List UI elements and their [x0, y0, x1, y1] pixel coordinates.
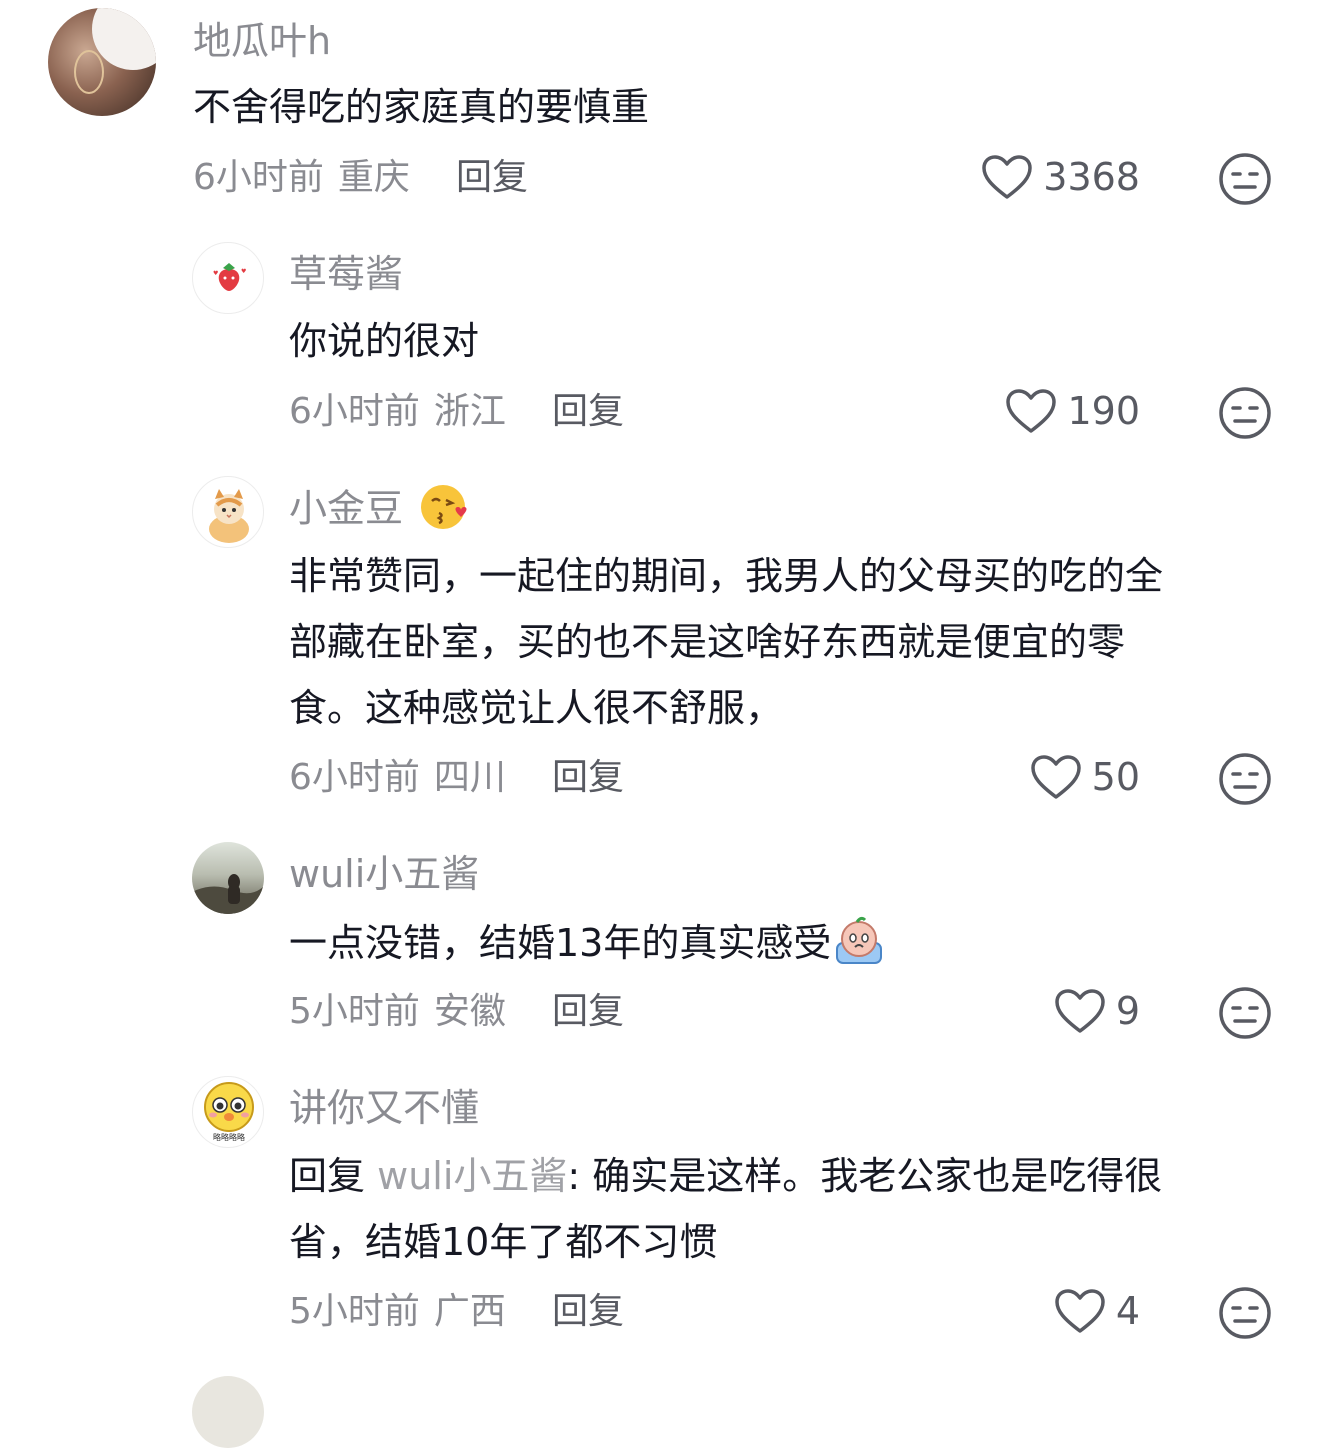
like-button[interactable]: 9	[1054, 988, 1140, 1034]
comment-location: 安徽	[433, 991, 506, 1032]
heart-outline-icon	[982, 155, 1033, 199]
like-button[interactable]: 4	[1054, 1288, 1140, 1334]
comment-meta: 6小时前 四川	[289, 760, 506, 796]
landscape-avatar-image	[192, 874, 264, 914]
comment-location: 重庆	[337, 157, 410, 198]
comment-meta: 5小时前 广西	[289, 1294, 506, 1330]
comment-time: 6小时前	[289, 391, 420, 432]
meh-face-icon[interactable]	[1218, 386, 1272, 440]
like-count: 9	[1115, 989, 1140, 1033]
heart-outline-icon	[1030, 755, 1081, 799]
meh-face-icon[interactable]	[1218, 986, 1272, 1040]
comment-meta: 5小时前 安徽	[289, 994, 506, 1030]
avatar[interactable]: 略略略略	[192, 1076, 264, 1148]
comment-text-body: : 确实是这样。我老公家也是吃得很	[567, 1154, 1163, 1198]
reply-button[interactable]: 回复	[552, 760, 624, 796]
crying-emoji-icon	[836, 916, 883, 964]
comment-text-line: 食。这种感觉让人很不舒服，	[289, 686, 784, 730]
avatar[interactable]	[192, 842, 264, 914]
comment-time: 5小时前	[289, 991, 420, 1032]
svg-text:♥: ♥	[213, 270, 218, 277]
like-button[interactable]: 190	[1005, 388, 1140, 434]
comment-text-line: 非常赞同，一起住的期间，我男人的父母买的吃的全	[289, 554, 1164, 598]
comment-location: 广西	[433, 1291, 506, 1332]
reply-prefix: 回复	[289, 1154, 366, 1198]
comment-username[interactable]: wuli小五酱	[289, 855, 479, 893]
comment-location: 浙江	[433, 391, 506, 432]
reply-button[interactable]: 回复	[552, 994, 624, 1030]
like-count: 4	[1115, 1289, 1140, 1333]
avatar-caption: 略略略略	[213, 1133, 245, 1142]
like-count: 3368	[1043, 155, 1140, 199]
meh-face-icon[interactable]	[1218, 752, 1272, 806]
reply-button[interactable]: 回复	[552, 1294, 624, 1330]
meh-face-icon[interactable]	[1218, 152, 1272, 206]
comment-username[interactable]: 地瓜叶h	[193, 22, 331, 60]
comment-location: 四川	[433, 757, 506, 798]
like-button[interactable]: 3368	[981, 154, 1140, 200]
comment-username[interactable]: 小金豆	[289, 485, 471, 533]
meh-face-icon[interactable]	[1218, 1286, 1272, 1340]
avatar[interactable]	[192, 476, 264, 548]
comment-text: 不舍得吃的家庭真的要慎重	[193, 85, 650, 129]
like-count: 190	[1067, 389, 1140, 433]
avatar[interactable]	[48, 8, 156, 116]
svg-text:♥: ♥	[241, 268, 246, 275]
like-button[interactable]: 50	[1030, 754, 1140, 800]
comment-text-body: 一点没错，结婚13年的真实感受	[289, 921, 832, 965]
comment-text: 一点没错，结婚13年的真实感受	[289, 910, 887, 976]
reply-button[interactable]: 回复	[456, 160, 528, 196]
comment-meta: 6小时前 重庆	[193, 160, 410, 196]
comment-time: 6小时前	[289, 757, 420, 798]
heart-outline-icon	[1006, 389, 1057, 433]
cat-avatar-image	[209, 489, 249, 543]
reply-to-username[interactable]: wuli小五酱	[377, 1154, 567, 1198]
comment-time: 5小时前	[289, 1291, 420, 1332]
like-count: 50	[1091, 755, 1140, 799]
avatar[interactable]	[192, 1376, 264, 1448]
strawberry-avatar-image: ♥ ♥	[213, 263, 246, 291]
comment-username-text: 小金豆	[289, 486, 404, 531]
heart-outline-icon	[1055, 989, 1105, 1033]
comment-time: 6小时前	[193, 157, 324, 198]
avatar[interactable]: ♥ ♥	[192, 242, 264, 314]
heart-outline-icon	[1055, 1289, 1105, 1333]
comment-item: 地瓜叶h 不舍得吃的家庭真的要慎重 6小时前 重庆 回复 3368	[0, 0, 1320, 220]
comment-username[interactable]: 讲你又不懂	[289, 1089, 479, 1127]
comment-text-line: 回复 wuli小五酱: 确实是这样。我老公家也是吃得很	[289, 1143, 1162, 1209]
comment-text-line: 省，结婚10年了都不习惯	[289, 1220, 718, 1264]
kiss-emoji-icon	[421, 485, 467, 529]
comment-text: 你说的很对	[289, 319, 480, 363]
comment-meta: 6小时前 浙江	[289, 394, 506, 430]
comment-username[interactable]: 草莓酱	[289, 255, 403, 293]
reply-button[interactable]: 回复	[552, 394, 624, 430]
comment-text-line: 部藏在卧室，买的也不是这啥好东西就是便宜的零	[289, 620, 1126, 664]
